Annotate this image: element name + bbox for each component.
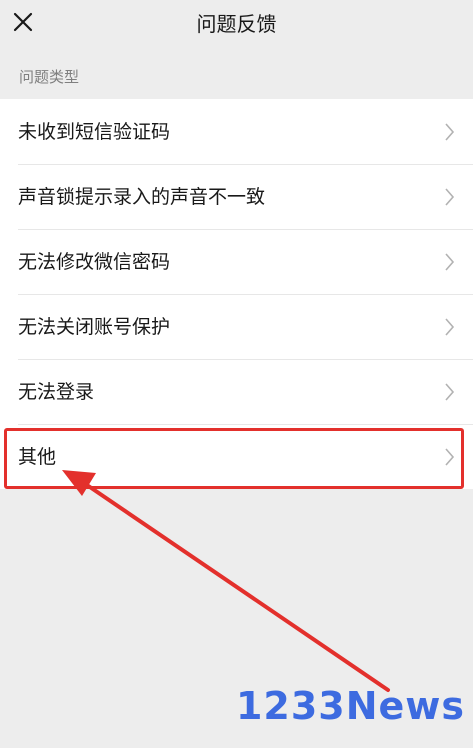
list-item-no-sms-code[interactable]: 未收到短信验证码 bbox=[0, 99, 473, 164]
page-title: 问题反馈 bbox=[196, 12, 277, 36]
list-item-cannot-login[interactable]: 无法登录 bbox=[0, 359, 473, 424]
list-item-label: 无法关闭账号保护 bbox=[18, 315, 171, 338]
chevron-right-icon bbox=[444, 187, 455, 207]
list-item-other[interactable]: 其他 bbox=[0, 424, 473, 489]
watermark: 1233News bbox=[235, 684, 465, 728]
list-item-label: 无法登录 bbox=[18, 380, 95, 403]
chevron-right-icon bbox=[444, 317, 455, 337]
list-item-cannot-disable-protection[interactable]: 无法关闭账号保护 bbox=[0, 294, 473, 359]
navigation-bar: 问题反馈 bbox=[0, 0, 473, 50]
problem-type-list: 未收到短信验证码 声音锁提示录入的声音不一致 无法修改微信密码 无法关闭账号保护… bbox=[0, 99, 473, 489]
list-item-cannot-change-password[interactable]: 无法修改微信密码 bbox=[0, 229, 473, 294]
chevron-right-icon bbox=[444, 382, 455, 402]
list-item-voice-lock-mismatch[interactable]: 声音锁提示录入的声音不一致 bbox=[0, 164, 473, 229]
chevron-right-icon bbox=[444, 122, 455, 142]
chevron-right-icon bbox=[444, 447, 455, 467]
chevron-right-icon bbox=[444, 252, 455, 272]
list-item-label: 声音锁提示录入的声音不一致 bbox=[18, 185, 266, 208]
list-item-label: 其他 bbox=[18, 445, 57, 468]
list-item-label: 无法修改微信密码 bbox=[18, 250, 171, 273]
list-item-label: 未收到短信验证码 bbox=[18, 120, 171, 143]
section-label-problem-type: 问题类型 bbox=[19, 68, 80, 86]
